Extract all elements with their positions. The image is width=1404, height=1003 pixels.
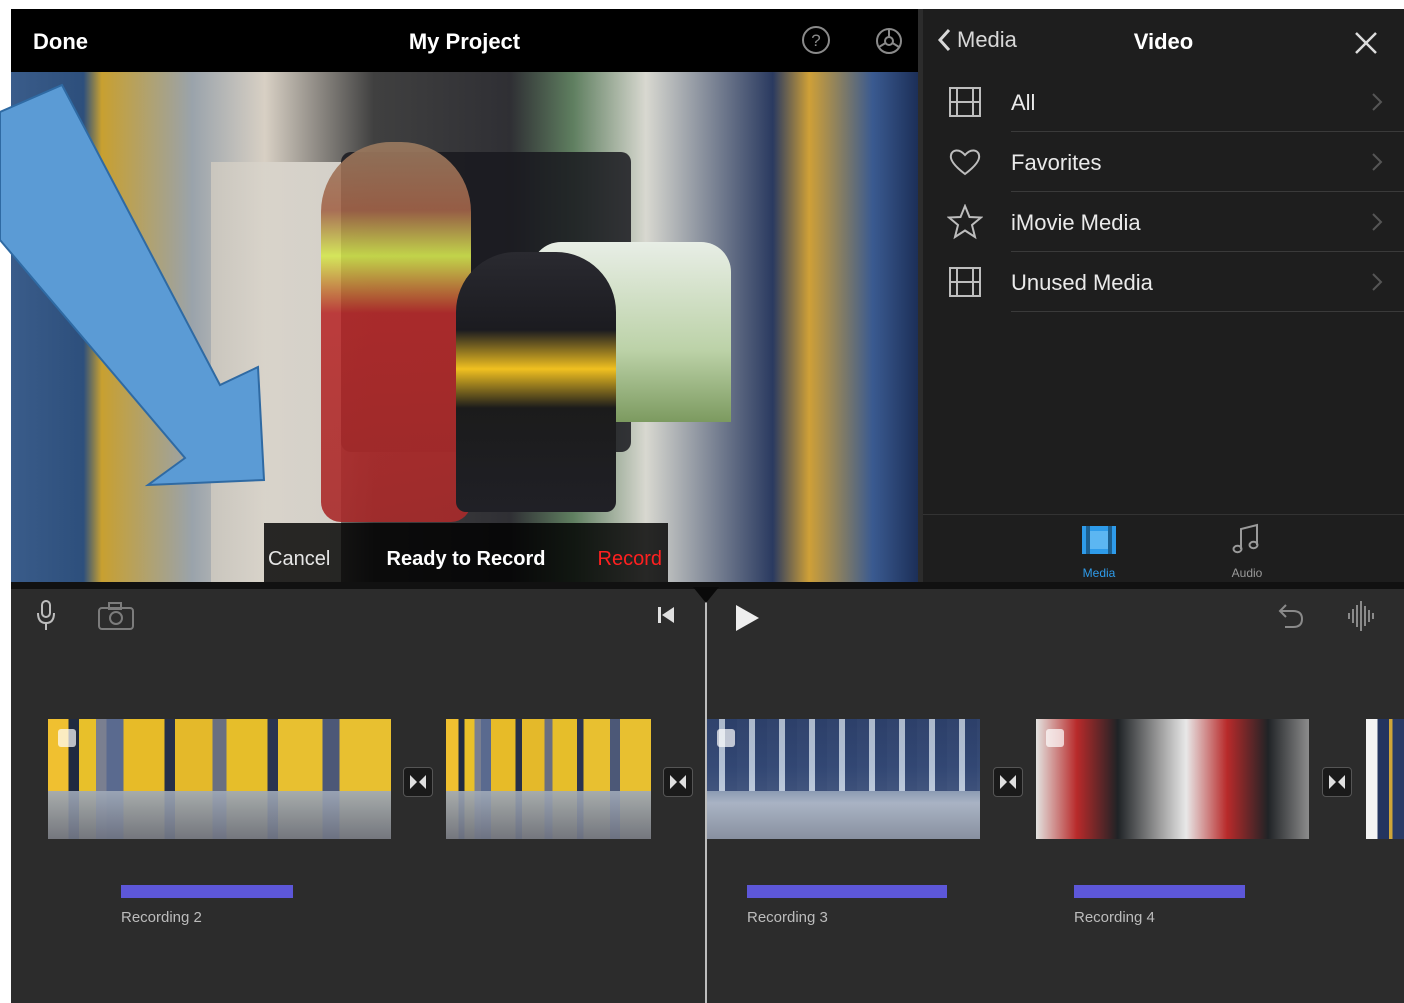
media-browser-header: Media Video [923,9,1404,72]
media-category-list: All Favorites iMovie Media Unused Media [923,72,1404,312]
heart-icon [949,149,981,176]
media-item-label: All [1011,90,1036,115]
video-clip[interactable] [1036,719,1309,839]
audio-clip-label: Recording 4 [1074,909,1155,926]
media-browser-panel: Media Video All Favorites iMovie Media U… [923,9,1404,582]
video-clip[interactable] [48,719,391,839]
audio-clip-label: Recording 3 [747,909,828,926]
media-icon [1082,526,1116,554]
media-item-label: Favorites [1011,150,1102,175]
undo-icon[interactable] [1273,601,1305,631]
preview-person-adult [321,142,471,522]
media-item-unused-media[interactable]: Unused Media [923,252,1404,312]
tab-media-label: Media [1082,566,1116,580]
media-tab-bar: Media Audio [923,514,1404,583]
video-clip[interactable] [707,719,980,839]
transition-button[interactable] [663,767,693,797]
question-circle-icon[interactable]: ? [801,25,831,55]
media-item-label: iMovie Media [1011,210,1141,235]
film-strip-icon [949,87,981,117]
music-note-icon [1232,523,1259,554]
title-badge-icon [717,729,735,747]
microphone-icon[interactable] [35,599,57,633]
tab-audio-label: Audio [1231,566,1263,580]
chevron-right-icon [1372,153,1383,171]
waveform-icon[interactable] [1345,599,1379,633]
svg-text:?: ? [811,31,820,50]
camera-icon[interactable] [97,601,135,631]
voiceover-audio-clip[interactable] [1074,885,1245,898]
top-bar: Done My Project ? [11,9,918,72]
preview-person-child [456,252,616,512]
chevron-right-icon [1372,273,1383,291]
imovie-window: Done My Project ? Cancel Ready to Record… [11,9,1404,1003]
star-icon [947,204,983,240]
play-icon[interactable] [733,603,761,633]
tab-media[interactable]: Media [1059,523,1139,580]
video-clip[interactable] [446,719,651,839]
title-badge-icon [1046,729,1064,747]
media-item-imovie-media[interactable]: iMovie Media [923,192,1404,252]
title-badge-icon [58,729,76,747]
playhead-marker [693,587,719,603]
transition-icon [1329,775,1345,789]
transition-icon [410,775,426,789]
audio-clip-label: Recording 2 [121,909,202,926]
media-item-all[interactable]: All [923,72,1404,132]
gear-icon[interactable] [873,25,905,57]
media-item-label: Unused Media [1011,270,1153,295]
playhead[interactable] [705,589,707,1003]
voiceover-audio-clip[interactable] [121,885,293,898]
media-browser-title: Video [1133,29,1194,54]
video-preview: Cancel Ready to Record Record [11,72,918,645]
transition-icon [1000,775,1016,789]
chevron-right-icon [1372,213,1383,231]
media-item-favorites[interactable]: Favorites [923,132,1404,192]
chevron-right-icon [1372,93,1383,111]
tab-audio[interactable]: Audio [1207,523,1287,580]
project-title: My Project [408,29,521,54]
film-strip-icon [949,267,981,297]
skip-to-start-icon[interactable] [656,605,676,625]
transition-button[interactable] [1322,767,1352,797]
timeline: Recording 2 Recording 3 Recording 4 [11,587,1404,1003]
voiceover-audio-clip[interactable] [747,885,947,898]
close-icon[interactable] [1353,30,1379,56]
transition-button[interactable] [993,767,1023,797]
transition-button[interactable] [403,767,433,797]
transition-icon [670,775,686,789]
video-clip[interactable] [1366,719,1404,839]
row-divider [1011,311,1404,312]
record-button[interactable]: Record [598,548,662,571]
